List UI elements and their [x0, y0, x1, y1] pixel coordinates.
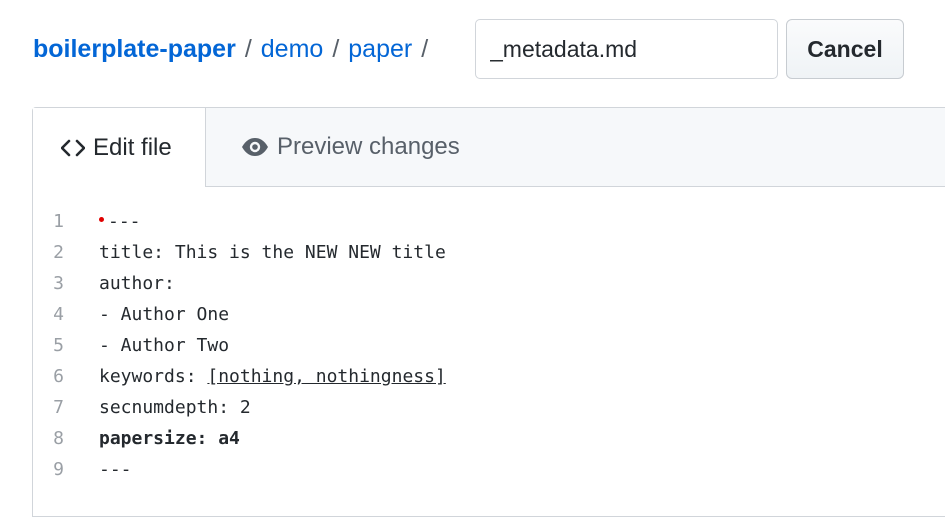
line-number: 3: [53, 273, 64, 294]
tab-edit-file-label: Edit file: [93, 133, 172, 161]
line-content-key: keywords:: [99, 366, 208, 387]
code-line: 6 keywords: [nothing, nothingness]: [33, 361, 945, 392]
line-content: author:: [99, 273, 175, 294]
line-number: 5: [53, 335, 64, 356]
code-line: 3 author:: [33, 268, 945, 299]
file-editor: Edit file Preview changes 1 --- 2 title:…: [32, 107, 945, 517]
line-number: 1: [53, 211, 64, 232]
breadcrumb-paper-link[interactable]: paper: [348, 35, 412, 64]
breadcrumb-separator: /: [421, 34, 429, 63]
code-editor[interactable]: 1 --- 2 title: This is the NEW NEW title…: [33, 206, 945, 485]
tab-preview-changes[interactable]: Preview changes: [241, 108, 460, 186]
code-line: 2 title: This is the NEW NEW title: [33, 237, 945, 268]
code-line: 4 - Author One: [33, 299, 945, 330]
modified-marker: [99, 217, 104, 222]
breadcrumb-demo-link[interactable]: demo: [261, 35, 324, 64]
line-content: - Author One: [99, 304, 230, 325]
line-number: 2: [53, 242, 64, 263]
breadcrumb: boilerplate-paper / demo / paper /: [33, 19, 437, 79]
code-line: 1 ---: [33, 206, 945, 237]
line-content: secnumdepth: 2: [99, 397, 251, 418]
cancel-button[interactable]: Cancel: [786, 19, 904, 79]
editor-tab-bar: Edit file Preview changes: [33, 108, 945, 187]
line-content: ---: [99, 459, 132, 480]
line-number: 4: [53, 304, 64, 325]
tab-preview-changes-label: Preview changes: [277, 133, 460, 160]
line-content: - Author Two: [99, 335, 230, 356]
tab-edit-file[interactable]: Edit file: [33, 108, 206, 187]
breadcrumb-separator: /: [332, 34, 340, 63]
line-number: 9: [53, 459, 64, 480]
line-content: title: This is the NEW NEW title: [99, 242, 446, 263]
eye-icon: [241, 137, 269, 157]
code-line: 7 secnumdepth: 2: [33, 392, 945, 423]
code-line: 5 - Author Two: [33, 330, 945, 361]
code-line: 9 ---: [33, 454, 945, 485]
line-number: 7: [53, 397, 64, 418]
breadcrumb-separator: /: [244, 34, 252, 63]
filename-input[interactable]: [475, 19, 778, 79]
breadcrumb-repo-link[interactable]: boilerplate-paper: [33, 35, 236, 64]
line-content: papersize: a4: [99, 428, 240, 449]
line-content: ---: [108, 211, 141, 232]
code-line: 8 papersize: a4: [33, 423, 945, 454]
line-content-value: [nothing, nothingness]: [207, 366, 446, 387]
line-number: 8: [53, 428, 64, 449]
line-number: 6: [53, 366, 64, 387]
code-icon: [61, 139, 85, 157]
